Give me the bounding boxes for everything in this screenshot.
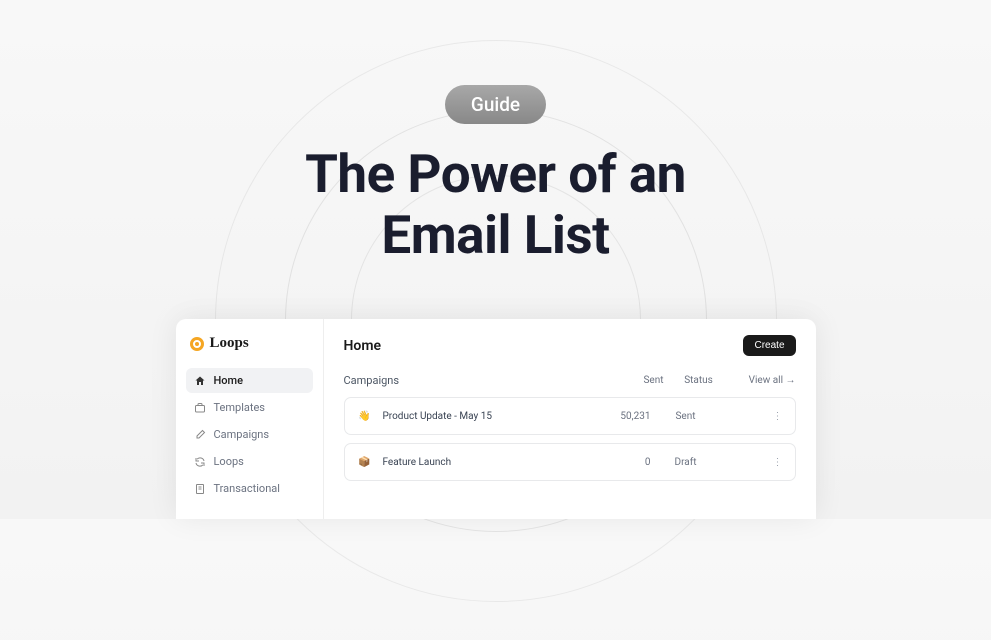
campaign-status: Sent	[651, 411, 721, 422]
row-emoji-icon: 👋	[357, 408, 373, 424]
row-menu-button[interactable]: ⋮	[721, 457, 783, 468]
campaign-sent: 50,231	[581, 411, 651, 422]
page-title: The Power of an Email List	[0, 144, 991, 266]
hero-area: Guide The Power of an Email List	[0, 0, 991, 266]
loops-logo-icon	[190, 337, 204, 351]
sidebar-item-templates[interactable]: Templates	[186, 395, 313, 420]
sidebar-item-campaigns[interactable]: Campaigns	[186, 422, 313, 447]
sidebar-item-transactional[interactable]: Transactional	[186, 476, 313, 501]
campaign-name: Feature Launch	[383, 457, 581, 468]
main-title: Home	[344, 338, 382, 354]
section-title: Campaigns	[344, 374, 594, 387]
receipt-icon	[194, 483, 206, 495]
view-all-link[interactable]: View all →	[734, 375, 796, 386]
home-icon	[194, 375, 206, 387]
refresh-icon	[194, 456, 206, 468]
sidebar-item-home[interactable]: Home	[186, 368, 313, 393]
column-sent: Sent	[594, 375, 664, 386]
campaign-sent: 0	[581, 457, 651, 468]
guide-badge: Guide	[445, 85, 546, 124]
sidebar-item-loops[interactable]: Loops	[186, 449, 313, 474]
app-window: Loops Home Templates Campaigns Loops	[176, 319, 816, 519]
sidebar-item-label: Campaigns	[214, 428, 270, 441]
sidebar-item-label: Loops	[214, 455, 244, 468]
create-button[interactable]: Create	[743, 335, 795, 356]
sidebar-item-label: Home	[214, 374, 244, 387]
campaign-status: Draft	[651, 457, 721, 468]
sidebar-item-label: Templates	[214, 401, 265, 414]
row-menu-button[interactable]: ⋮	[721, 411, 783, 422]
brand-name: Loops	[210, 335, 249, 352]
main-panel: Home Create Campaigns Sent Status View a…	[324, 319, 816, 519]
brand-logo[interactable]: Loops	[186, 335, 313, 352]
sidebar-item-label: Transactional	[214, 482, 280, 495]
table-row[interactable]: 👋 Product Update - May 15 50,231 Sent ⋮	[344, 397, 796, 435]
campaign-name: Product Update - May 15	[383, 411, 581, 422]
sidebar: Loops Home Templates Campaigns Loops	[176, 319, 324, 519]
row-emoji-icon: 📦	[357, 454, 373, 470]
table-row[interactable]: 📦 Feature Launch 0 Draft ⋮	[344, 443, 796, 481]
column-status: Status	[664, 375, 734, 386]
briefcase-icon	[194, 402, 206, 414]
edit-icon	[194, 429, 206, 441]
